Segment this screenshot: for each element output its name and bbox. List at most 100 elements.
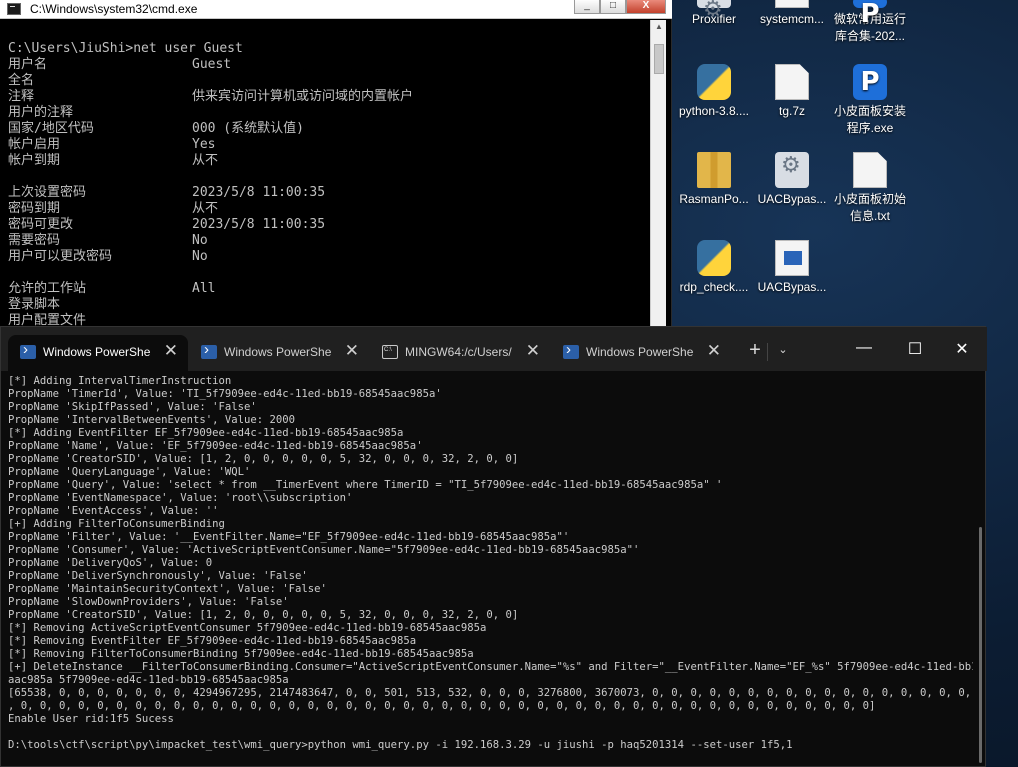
terminal-tab-title: Windows PowerShe xyxy=(224,345,332,359)
powershell-icon xyxy=(563,345,579,359)
terminal-line: PropName 'SkipIfPassed', Value: 'False' xyxy=(8,401,257,413)
tab-separator xyxy=(767,343,768,361)
terminal-minimize-button[interactable]: — xyxy=(849,339,879,357)
desktop-icon[interactable]: RasmanPo... xyxy=(676,152,752,208)
terminal-line: [+] DeleteInstance __FilterToConsumerBin… xyxy=(8,661,973,673)
desktop-icon-label: python-3.8.... xyxy=(678,104,750,118)
cmd-scroll-up-icon[interactable]: ▲ xyxy=(651,22,667,36)
cmd-row-value: No xyxy=(192,249,208,264)
cmd-scroll-thumb[interactable] xyxy=(654,44,664,74)
desktop-icon[interactable]: UACBypas... xyxy=(754,152,830,208)
desktop-icon-label: rdp_check.... xyxy=(679,280,749,294)
desktop-icon[interactable]: P 微软常用运行 库合集-202... xyxy=(832,0,908,45)
terminal-line: PropName 'DeliverSynchronously', Value: … xyxy=(8,570,308,582)
terminal-line: D:\tools\ctf\script\py\impacket_test\wmi… xyxy=(8,739,793,751)
cmd-row xyxy=(8,169,648,185)
tab-close-icon[interactable]: ✕ xyxy=(345,341,359,361)
terminal-line: PropName 'EventAccess', Value: '' xyxy=(8,505,219,517)
cmd-row-key: 注释 xyxy=(8,89,35,104)
terminal-line: PropName 'Query', Value: 'select * from … xyxy=(8,479,723,491)
terminal-tab-bar: Windows PowerShe✕Windows PowerShe✕MINGW6… xyxy=(1,327,987,371)
terminal-scrollbar[interactable] xyxy=(979,527,982,763)
python-icon xyxy=(697,240,731,276)
cmd-close-button[interactable]: X xyxy=(626,0,666,14)
terminal-tab-title: Windows PowerShe xyxy=(586,345,694,359)
terminal-line: PropName 'Filter', Value: '__EventFilter… xyxy=(8,531,570,543)
terminal-line: PropName 'SlowDownProviders', Value: 'Fa… xyxy=(8,596,289,608)
tab-close-icon[interactable]: ✕ xyxy=(164,341,178,361)
new-tab-button[interactable]: + xyxy=(744,339,766,362)
cmd-maximize-button[interactable]: □ xyxy=(600,0,626,14)
cmd-rows: 用户名 Guest 全名 注释 供来宾访问计算机或访问域的内置帐户 用户的注释 国家/地区代… xyxy=(8,57,648,326)
terminal-line: PropName 'TimerId', Value: 'TI_5f7909ee-… xyxy=(8,388,442,400)
terminal-line: PropName 'MaintainSecurityContext', Valu… xyxy=(8,583,327,595)
cmd-row-value: Yes xyxy=(192,137,216,152)
cmd-row xyxy=(8,265,648,281)
terminal-window[interactable]: Windows PowerShe✕Windows PowerShe✕MINGW6… xyxy=(0,326,987,767)
desktop-icon[interactable]: systemcm... xyxy=(754,0,830,28)
desktop-icon-label: systemcm... xyxy=(759,12,824,26)
terminal-line: PropName 'Consumer', Value: 'ActiveScrip… xyxy=(8,544,640,556)
cmd-row: 全名 xyxy=(8,73,648,89)
desktop-icon[interactable]: rdp_check.... xyxy=(676,240,752,296)
terminal-line: PropName 'IntervalBetweenEvents', Value:… xyxy=(8,414,296,426)
cmd-window[interactable]: C:\Windows\system32\cmd.exe _ □ X C:\Use… xyxy=(0,0,672,326)
terminal-tab[interactable]: Windows PowerShe ✕ xyxy=(551,335,731,371)
cmd-row: 国家/地区代码 000 (系统默认值) xyxy=(8,121,648,137)
cmd-titlebar[interactable]: C:\Windows\system32\cmd.exe _ □ X xyxy=(0,0,672,19)
terminal-tab[interactable]: Windows PowerShe ✕ xyxy=(8,335,188,371)
desktop-icon-label: 小皮面板初始 信息.txt xyxy=(833,192,906,223)
cmd-row-key: 允许的工作站 xyxy=(8,281,87,296)
desktop-icon[interactable]: 小皮面板初始 信息.txt xyxy=(832,152,908,225)
terminal-tab-title: Windows PowerShe xyxy=(43,345,151,359)
tab-close-icon[interactable]: ✕ xyxy=(707,341,721,361)
terminal-line: [*] Adding IntervalTimerInstruction xyxy=(8,375,232,387)
terminal-maximize-button[interactable]: ☐ xyxy=(900,339,930,359)
desktop-icon[interactable]: Proxifier xyxy=(676,0,752,28)
terminal-line: PropName 'Name', Value: 'EF_5f7909ee-ed4… xyxy=(8,440,423,452)
terminal-line: aac985a 5f7909ee-ed4c-11ed-bb19-68545aac… xyxy=(8,674,289,686)
cmd-row-value: 从不 xyxy=(192,201,219,216)
cmd-row: 用户可以更改密码 No xyxy=(8,249,648,265)
terminal-line: PropName 'CreatorSID', Value: [1, 2, 0, … xyxy=(8,609,519,621)
mingw-icon xyxy=(382,345,398,359)
terminal-tab[interactable]: MINGW64:/c/Users/ ✕ xyxy=(370,335,550,371)
cmd-row-key: 密码可更改 xyxy=(8,217,74,232)
terminal-line: [*] Removing ActiveScriptEventConsumer 5… xyxy=(8,622,487,634)
desktop-icon[interactable]: python-3.8.... xyxy=(676,64,752,120)
terminal-line: , 0, 0, 0, 0, 0, 0, 0, 0, 0, 0, 0, 0, 0,… xyxy=(8,700,876,712)
cmd-scrollbar[interactable]: ▲ xyxy=(650,20,666,326)
cmd-row: 需要密码 No xyxy=(8,233,648,249)
cmd-row-key: 帐户到期 xyxy=(8,153,61,168)
terminal-line: Enable User rid:1f5 Sucess xyxy=(8,713,174,725)
cmd-command-line: C:\Users\JiuShi>net user Guest xyxy=(8,41,243,56)
terminal-output[interactable]: [*] Adding IntervalTimerInstruction PropN… xyxy=(8,375,973,767)
installer-icon: P xyxy=(853,0,887,29)
cmd-row-value: No xyxy=(192,233,208,248)
cmd-row-key: 用户名 xyxy=(8,57,48,72)
cmd-row-key: 上次设置密码 xyxy=(8,185,87,200)
desktop-icon[interactable]: P 小皮面板安装 程序.exe xyxy=(832,64,908,137)
cmd-row-value: All xyxy=(192,281,216,296)
terminal-line: PropName 'QueryLanguage', Value: 'WQL' xyxy=(8,466,251,478)
terminal-close-button[interactable]: ✕ xyxy=(947,339,977,359)
cmd-row-value: 从不 xyxy=(192,153,219,168)
tab-close-icon[interactable]: ✕ xyxy=(526,341,540,361)
terminal-line: PropName 'DeliveryQoS', Value: 0 xyxy=(8,557,213,569)
cmd-minimize-button[interactable]: _ xyxy=(574,0,600,14)
terminal-tab[interactable]: Windows PowerShe ✕ xyxy=(189,335,369,371)
desktop-icon[interactable]: UACBypas... xyxy=(754,240,830,296)
cmd-row-value: Guest xyxy=(192,57,232,72)
cmd-row-key: 登录脚本 xyxy=(8,297,61,312)
cmd-row-value: 供来宾访问计算机或访问域的内置帐户 xyxy=(192,89,414,104)
tab-dropdown-icon[interactable]: ⌄ xyxy=(774,343,792,356)
terminal-line: [*] Removing EventFilter EF_5f7909ee-ed4… xyxy=(8,635,417,647)
cmd-row: 用户的注释 xyxy=(8,105,648,121)
cmd-output[interactable]: C:\Users\JiuShi>net user Guest 用户名 Guest 全… xyxy=(8,41,648,326)
file-icon xyxy=(775,0,809,8)
cmd-app-icon xyxy=(7,3,21,15)
desktop-icon[interactable]: tg.7z xyxy=(754,64,830,120)
gear-file-icon xyxy=(775,152,809,188)
desktop: C:\Windows\system32\cmd.exe _ □ X C:\Use… xyxy=(0,0,1018,767)
